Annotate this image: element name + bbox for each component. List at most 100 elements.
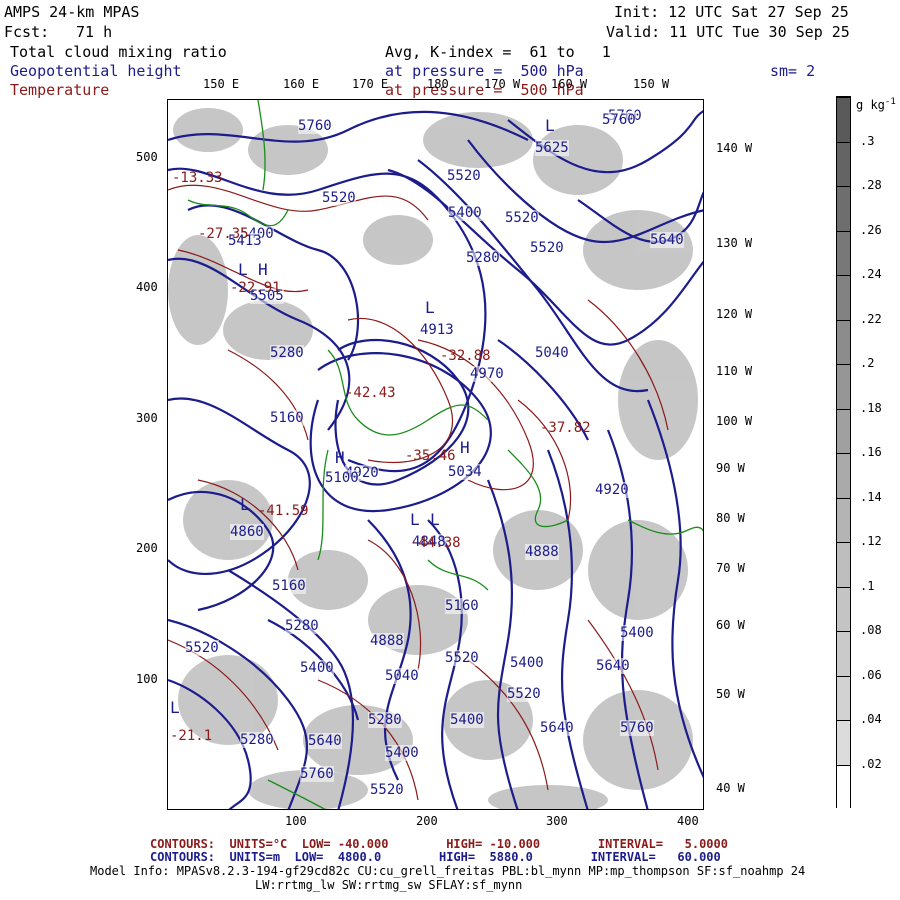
field-temperature: Temperature xyxy=(10,81,110,99)
colorbar-segment xyxy=(837,497,850,542)
height-label: 5640 xyxy=(650,232,684,248)
colorbar-tick-label: .06 xyxy=(860,667,882,682)
temperature-label: -21.1 xyxy=(170,728,213,744)
lon-label-170w: 170 W xyxy=(484,77,521,91)
height-label: 4860 xyxy=(230,524,264,540)
colorbar-segment xyxy=(837,141,850,186)
height-label: 5280 xyxy=(240,732,274,748)
temperature-label: -22.91 xyxy=(230,280,281,296)
height-label: 5760 xyxy=(300,766,334,782)
lon-label-180: 180 xyxy=(427,77,449,91)
temperature-label: -27.35 xyxy=(198,226,249,242)
colorbar-segment xyxy=(837,764,850,809)
colorbar-segment xyxy=(837,542,850,587)
forecast-hours: 71 h xyxy=(76,23,113,41)
height-label: 4920 xyxy=(595,482,629,498)
height-label: 5760 xyxy=(298,118,332,134)
lon-label-60w: 60 W xyxy=(716,618,745,632)
colorbar-segment xyxy=(837,186,850,231)
field-geopotential-height: Geopotential height xyxy=(10,62,182,80)
height-label: 5520 xyxy=(505,210,539,226)
height-label: 5280 xyxy=(466,250,500,266)
high-pressure-marker: H xyxy=(258,260,268,279)
low-pressure-marker: L xyxy=(170,698,180,717)
height-label: 4888 xyxy=(525,544,559,560)
height-label: 5520 xyxy=(370,782,404,798)
height-label: 5160 xyxy=(270,410,304,426)
height-label: 5520 xyxy=(185,640,219,656)
lon-label-140w: 140 W xyxy=(716,141,753,155)
lon-label-70w: 70 W xyxy=(716,561,745,575)
valid-time: Valid: 11 UTC Tue 30 Sep 25 xyxy=(606,23,850,41)
field-cloud-mixing-ratio: Total cloud mixing ratio xyxy=(10,43,227,61)
y-tick-100: 100 xyxy=(136,672,158,686)
lon-label-160e: 160 E xyxy=(283,77,320,91)
colorbar-segment xyxy=(837,586,850,631)
lon-label-120w: 120 W xyxy=(716,307,753,321)
colorbar-tick-label: .14 xyxy=(860,489,882,504)
lon-label-50w: 50 W xyxy=(716,687,745,701)
low-pressure-marker: L xyxy=(425,298,435,317)
height-label: 5040 xyxy=(535,345,569,361)
height-label: 5280 xyxy=(368,712,402,728)
height-label: 5520 xyxy=(447,168,481,184)
temperature-label: -42.43 xyxy=(345,385,396,401)
temperature-label: -41.59 xyxy=(258,503,309,519)
y-tick-400: 400 xyxy=(136,280,158,294)
height-label: 5280 xyxy=(270,345,304,361)
height-label: 5520 xyxy=(445,650,479,666)
temperature-label: -35.46 xyxy=(405,448,456,464)
height-label: 4888 xyxy=(370,633,404,649)
colorbar-tick-label: .24 xyxy=(860,267,882,281)
colorbar-tick-label: .3 xyxy=(860,133,875,148)
colorbar-segment xyxy=(837,408,850,453)
colorbar-segment xyxy=(837,364,850,409)
colorbar-segment xyxy=(837,631,850,676)
height-label: 4913 xyxy=(420,322,454,338)
height-label: 5760 xyxy=(602,112,636,128)
y-tick-300: 300 xyxy=(136,411,158,425)
lon-label-170e: 170 E xyxy=(352,77,389,91)
temperature-label: -37.82 xyxy=(540,420,591,436)
model-info: Model Info: MPASv8.2.3-194-gf29cd82c CU:… xyxy=(90,864,806,878)
x-tick-400: 400 xyxy=(677,814,699,828)
temperature-label: -32.88 xyxy=(440,348,491,364)
low-pressure-marker: L xyxy=(240,495,250,514)
lon-label-160w: 160 W xyxy=(551,77,588,91)
colorbar-segment xyxy=(837,275,850,320)
colorbar-tick-label: .1 xyxy=(860,578,875,593)
model-info-2: LW:rrtmg_lw SW:rrtmg_sw SFLAY:sf_mynn xyxy=(255,878,523,892)
high-pressure-marker: H xyxy=(460,438,470,457)
lon-label-40w: 40 W xyxy=(716,781,745,795)
height-label: 5400 xyxy=(448,205,482,221)
lon-label-130w: 130 W xyxy=(716,236,753,250)
colorbar-tick-label: .04 xyxy=(860,712,882,726)
lon-label-90w: 90 W xyxy=(716,461,745,475)
colorbar-segment xyxy=(837,319,850,364)
height-label: 5760 xyxy=(620,720,654,736)
temperature-label: -13.33 xyxy=(172,170,223,186)
temperature-label: -44.38 xyxy=(410,535,461,551)
forecast-label: Fcst: xyxy=(4,23,50,41)
colorbar-tick-label: .26 xyxy=(860,222,882,237)
height-label: 5520 xyxy=(507,686,541,702)
height-label: 5640 xyxy=(308,733,342,749)
lon-label-110w: 110 W xyxy=(716,364,753,378)
init-time: Init: 12 UTC Sat 27 Sep 25 xyxy=(614,3,849,21)
height-label: 4970 xyxy=(470,366,504,382)
colorbar-tick-label: .28 xyxy=(860,178,882,192)
colorbar-segment xyxy=(837,230,850,275)
height-label: 5640 xyxy=(540,720,574,736)
colorbar-tick-label: .18 xyxy=(860,400,882,415)
colorbar-tick-label: .02 xyxy=(860,756,882,771)
colorbar-segment xyxy=(837,97,850,142)
height-label: 5400 xyxy=(450,712,484,728)
colorbar-segment xyxy=(837,675,850,720)
colorbar xyxy=(836,96,851,809)
colorbar-segment xyxy=(837,720,850,765)
y-tick-500: 500 xyxy=(136,150,158,164)
height-label: 5520 xyxy=(530,240,564,256)
height-label: 5034 xyxy=(448,464,482,480)
height-label: 5400 xyxy=(385,745,419,761)
low-pressure-marker: L xyxy=(430,510,440,529)
